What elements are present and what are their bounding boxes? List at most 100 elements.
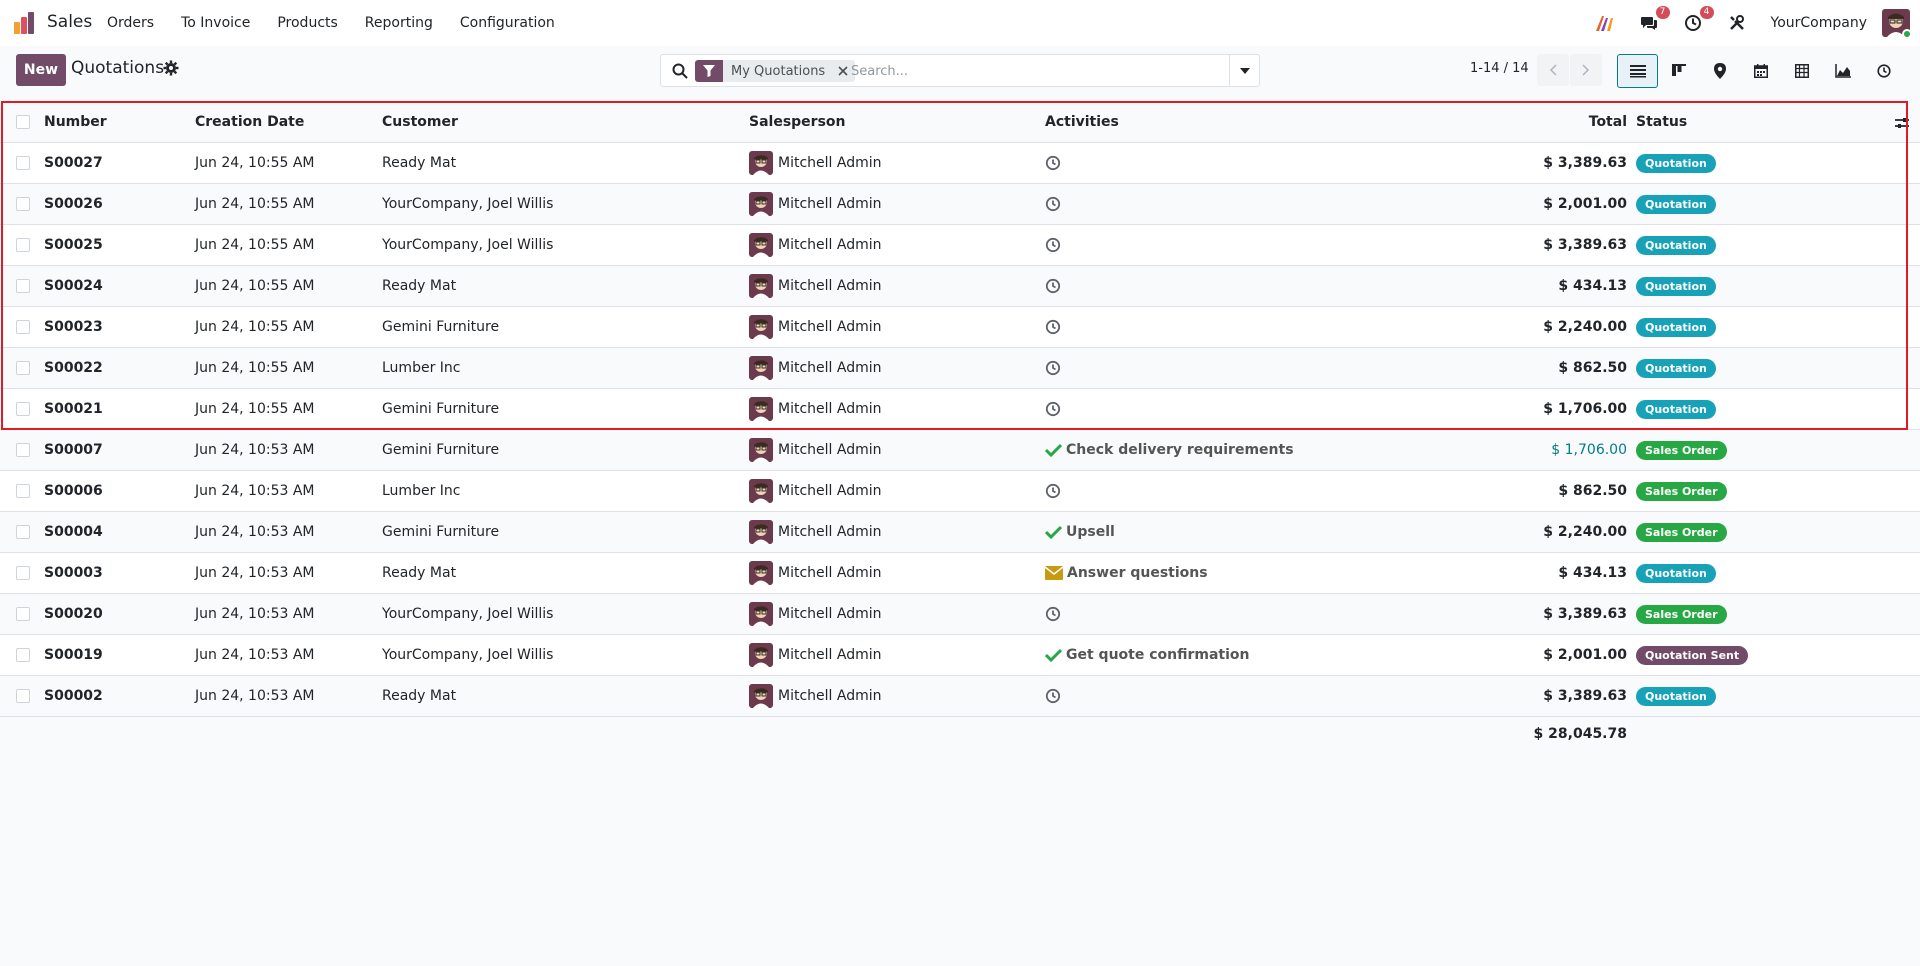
column-header-creation-date[interactable]: Creation Date [195, 102, 304, 142]
column-header-customer[interactable]: Customer [382, 102, 458, 142]
cell-activities[interactable] [1045, 471, 1065, 511]
gear-icon[interactable] [163, 60, 179, 76]
table-row[interactable]: S00026 Jun 24, 10:55 AM YourCompany, Joel … [0, 184, 1920, 225]
search-icon[interactable] [672, 63, 688, 79]
cell-activities[interactable] [1045, 594, 1065, 634]
cell-activities[interactable]: Check delivery requirements [1045, 430, 1294, 470]
table-row[interactable]: S00003 Jun 24, 10:53 AM Ready Mat Mitchell … [0, 553, 1920, 594]
company-switcher[interactable]: YourCompany [1771, 15, 1868, 31]
cell-activities[interactable]: Answer questions [1045, 553, 1208, 593]
clock-icon[interactable] [1045, 688, 1061, 704]
row-checkbox[interactable] [16, 525, 30, 539]
table-row[interactable]: S00006 Jun 24, 10:53 AM Lumber Inc Mitchell… [0, 471, 1920, 512]
clock-icon[interactable] [1045, 196, 1061, 212]
row-checkbox[interactable] [16, 566, 30, 580]
check-icon[interactable] [1045, 443, 1062, 457]
optional-columns-icon[interactable] [1894, 115, 1910, 131]
table-row[interactable]: S00027 Jun 24, 10:55 AM Ready Mat Mitchell … [0, 143, 1920, 184]
map-view-button[interactable] [1699, 54, 1740, 88]
row-checkbox[interactable] [16, 238, 30, 252]
cell-activities[interactable] [1045, 184, 1065, 224]
cell-salesperson[interactable]: Mitchell Admin [749, 471, 882, 511]
column-header-salesperson[interactable]: Salesperson [749, 102, 846, 142]
pager-value[interactable]: 1-14 / 14 [1470, 61, 1529, 76]
cell-activities[interactable] [1045, 143, 1065, 183]
kanban-view-button[interactable] [1658, 54, 1699, 88]
cell-activities[interactable] [1045, 676, 1065, 716]
check-icon[interactable] [1045, 525, 1062, 539]
user-avatar[interactable] [1882, 9, 1912, 39]
messages-icon[interactable]: 7 [1639, 6, 1670, 33]
calendar-view-button[interactable] [1740, 54, 1781, 88]
table-row[interactable]: S00019 Jun 24, 10:53 AM YourCompany, Joel … [0, 635, 1920, 676]
list-view-button[interactable] [1617, 54, 1658, 88]
cell-activities[interactable] [1045, 348, 1065, 388]
menu-to-invoice[interactable]: To Invoice [181, 15, 250, 31]
app-name[interactable]: Sales [47, 12, 92, 32]
cell-salesperson[interactable]: Mitchell Admin [749, 143, 882, 183]
close-icon[interactable] [835, 63, 851, 79]
clock-icon[interactable] [1045, 319, 1061, 335]
menu-configuration[interactable]: Configuration [460, 15, 555, 31]
cell-salesperson[interactable]: Mitchell Admin [749, 430, 882, 470]
column-header-total[interactable]: Total [1420, 102, 1627, 142]
pivot-view-button[interactable] [1781, 54, 1822, 88]
envelope-icon[interactable] [1045, 566, 1063, 580]
search-input[interactable] [851, 61, 1221, 81]
cell-activities[interactable] [1045, 225, 1065, 265]
cell-activities[interactable] [1045, 266, 1065, 306]
activities-clock-icon[interactable]: 4 [1683, 6, 1714, 33]
menu-orders[interactable]: Orders [107, 15, 154, 31]
table-row[interactable]: S00024 Jun 24, 10:55 AM Ready Mat Mitchell … [0, 266, 1920, 307]
row-checkbox[interactable] [16, 320, 30, 334]
cell-salesperson[interactable]: Mitchell Admin [749, 635, 882, 675]
search-options-toggle[interactable] [1229, 55, 1259, 86]
cell-activities[interactable]: Upsell [1045, 512, 1115, 552]
clock-icon[interactable] [1045, 278, 1061, 294]
cell-salesperson[interactable]: Mitchell Admin [749, 266, 882, 306]
cell-activities[interactable] [1045, 307, 1065, 347]
clock-icon[interactable] [1045, 401, 1061, 417]
row-checkbox[interactable] [16, 443, 30, 457]
table-row[interactable]: S00004 Jun 24, 10:53 AM Gemini Furniture Mi… [0, 512, 1920, 553]
clock-icon[interactable] [1045, 606, 1061, 622]
menu-products[interactable]: Products [277, 15, 337, 31]
row-checkbox[interactable] [16, 648, 30, 662]
clock-icon[interactable] [1045, 155, 1061, 171]
row-checkbox[interactable] [16, 361, 30, 375]
new-button[interactable]: New [16, 54, 66, 86]
tools-icon[interactable] [1727, 13, 1747, 33]
check-icon[interactable] [1045, 648, 1062, 662]
row-checkbox[interactable] [16, 484, 30, 498]
row-checkbox[interactable] [16, 607, 30, 621]
clock-icon[interactable] [1045, 237, 1061, 253]
table-row[interactable]: S00007 Jun 24, 10:53 AM Gemini Furniture Mi… [0, 430, 1920, 471]
cell-salesperson[interactable]: Mitchell Admin [749, 184, 882, 224]
row-checkbox[interactable] [16, 689, 30, 703]
column-header-number[interactable]: Number [44, 102, 107, 142]
clock-icon[interactable] [1045, 483, 1061, 499]
table-row[interactable]: S00025 Jun 24, 10:55 AM YourCompany, Joel … [0, 225, 1920, 266]
graph-view-button[interactable] [1822, 54, 1863, 88]
cell-salesperson[interactable]: Mitchell Admin [749, 225, 882, 265]
cell-salesperson[interactable]: Mitchell Admin [749, 594, 882, 634]
row-checkbox[interactable] [16, 279, 30, 293]
row-checkbox[interactable] [16, 197, 30, 211]
cell-salesperson[interactable]: Mitchell Admin [749, 389, 882, 429]
table-row[interactable]: S00022 Jun 24, 10:55 AM Lumber Inc Mitchell… [0, 348, 1920, 389]
clock-icon[interactable] [1045, 360, 1061, 376]
sales-app-icon[interactable] [14, 12, 38, 34]
row-checkbox[interactable] [16, 156, 30, 170]
activity-view-button[interactable] [1863, 54, 1904, 88]
cell-salesperson[interactable]: Mitchell Admin [749, 676, 882, 716]
menu-reporting[interactable]: Reporting [365, 15, 433, 31]
pager-next-button[interactable] [1570, 54, 1602, 86]
cell-salesperson[interactable]: Mitchell Admin [749, 553, 882, 593]
cell-salesperson[interactable]: Mitchell Admin [749, 307, 882, 347]
cell-salesperson[interactable]: Mitchell Admin [749, 348, 882, 388]
cell-activities[interactable]: Get quote confirmation [1045, 635, 1250, 675]
table-row[interactable]: S00020 Jun 24, 10:53 AM YourCompany, Joel … [0, 594, 1920, 635]
cell-activities[interactable] [1045, 389, 1065, 429]
column-header-status[interactable]: Status [1636, 102, 1687, 142]
ai-icon[interactable] [1595, 13, 1615, 33]
